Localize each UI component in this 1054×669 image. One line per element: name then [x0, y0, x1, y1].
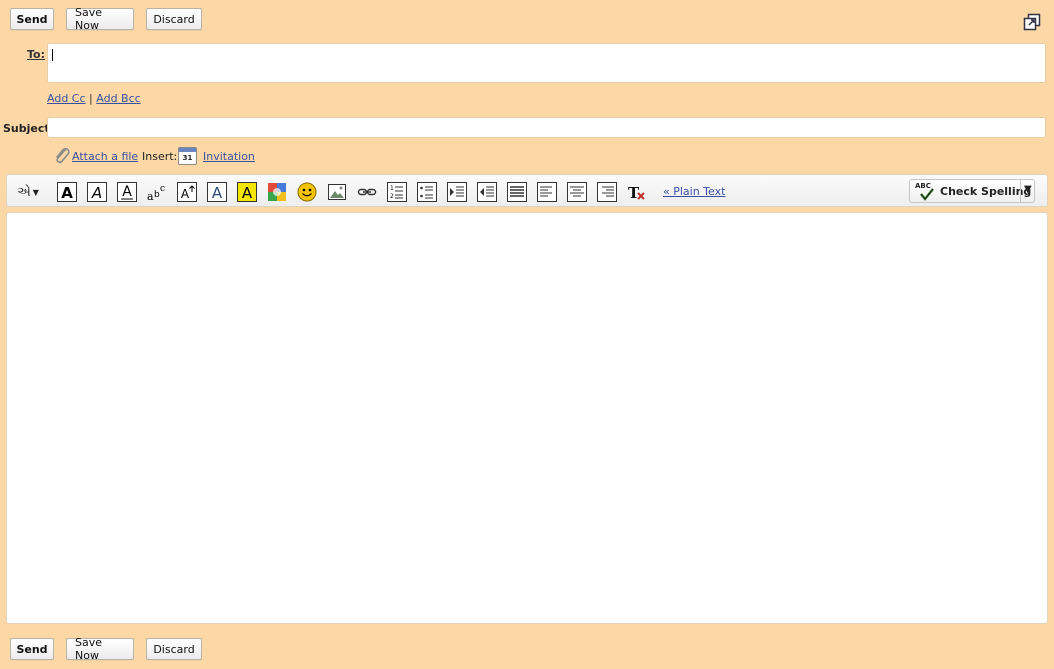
cc-bcc-links: Add Cc | Add Bcc	[47, 92, 141, 105]
calendar-day: 31	[182, 154, 193, 162]
svg-text:2: 2	[390, 193, 394, 200]
text-color-icon[interactable]: A	[206, 181, 228, 203]
font-face-icon[interactable]: abc	[146, 181, 168, 203]
discard-button[interactable]: Discard	[146, 8, 202, 30]
calendar-header	[179, 148, 196, 152]
italic-icon[interactable]: A	[86, 181, 108, 203]
popout-icon[interactable]	[1023, 13, 1041, 31]
quote-icon[interactable]	[506, 181, 528, 203]
insert-image-icon[interactable]	[326, 181, 348, 203]
svg-text:c: c	[160, 184, 165, 194]
spellcheck-icon: ABC	[915, 182, 937, 202]
send-button[interactable]: Send	[10, 8, 54, 30]
picasa-icon[interactable]	[266, 181, 288, 203]
check-spelling-label: Check Spelling	[940, 185, 1032, 198]
svg-text:A: A	[242, 184, 253, 202]
highlight-color-icon[interactable]: A	[236, 181, 258, 203]
text-caret	[52, 49, 53, 61]
align-right-icon[interactable]	[596, 181, 618, 203]
underline-icon[interactable]: A	[116, 181, 138, 203]
to-field[interactable]	[47, 43, 1046, 83]
message-body-editor[interactable]	[6, 212, 1048, 624]
calendar-icon[interactable]: 31	[178, 147, 197, 165]
check-spelling-button[interactable]: ABC Check Spelling ▼	[909, 179, 1035, 203]
font-size-icon[interactable]: A	[176, 181, 198, 203]
emoticon-icon[interactable]	[296, 181, 318, 203]
attach-file-link[interactable]: Attach a file	[72, 150, 138, 163]
indent-more-icon[interactable]	[446, 181, 468, 203]
svg-text:A: A	[181, 187, 190, 201]
add-cc-link[interactable]: Add Cc	[47, 92, 86, 105]
link-icon[interactable]	[356, 181, 378, 203]
svg-text:a: a	[147, 190, 154, 203]
insert-label: Insert:	[142, 150, 178, 163]
svg-text:A: A	[212, 184, 223, 202]
save-now-button[interactable]: Save Now	[66, 6, 134, 32]
add-bcc-link[interactable]: Add Bcc	[96, 92, 140, 105]
svg-text:A: A	[91, 184, 102, 202]
save-now-button-bottom[interactable]: Save Now	[66, 636, 134, 662]
bulleted-list-icon[interactable]	[416, 181, 438, 203]
remove-formatting-icon[interactable]: T	[626, 181, 648, 203]
invitation-link[interactable]: Invitation	[203, 150, 255, 163]
subject-field[interactable]	[47, 117, 1046, 138]
plain-text-link[interactable]: « Plain Text	[663, 185, 725, 198]
svg-text:A: A	[122, 184, 132, 200]
svg-text:1: 1	[390, 185, 394, 192]
paperclip-icon	[53, 146, 71, 166]
formatting-toolbar: એ ▼ A A A abc A A A 12 T « Plain Text AB…	[6, 174, 1048, 207]
discard-button-bottom[interactable]: Discard	[146, 638, 202, 660]
to-label-link[interactable]: To:	[27, 48, 45, 61]
split-divider	[1020, 180, 1021, 202]
align-left-icon[interactable]	[536, 181, 558, 203]
numbered-list-icon[interactable]: 12	[386, 181, 408, 203]
font-icon[interactable]: એ ▼	[13, 181, 43, 203]
svg-text:A: A	[61, 184, 73, 202]
chevron-down-icon[interactable]: ▼	[1024, 184, 1032, 195]
send-button-bottom[interactable]: Send	[10, 638, 54, 660]
align-center-icon[interactable]	[566, 181, 588, 203]
bold-icon[interactable]: A	[56, 181, 78, 203]
cc-bcc-separator: |	[89, 92, 93, 105]
indent-less-icon[interactable]	[476, 181, 498, 203]
